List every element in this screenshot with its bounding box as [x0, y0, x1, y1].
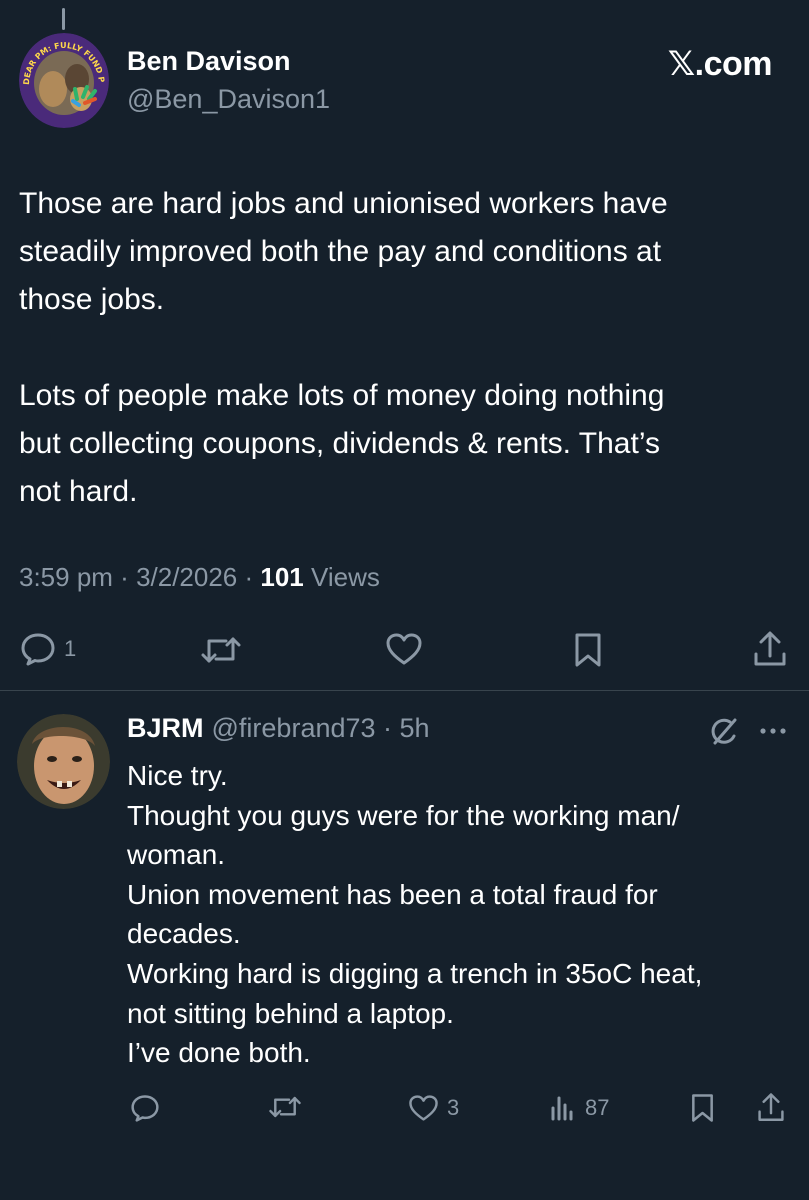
reply-retweet-button[interactable] — [268, 1094, 302, 1120]
meta-separator: · — [237, 562, 261, 592]
reply-button[interactable]: 1 — [20, 632, 76, 666]
bookmark-icon — [690, 1093, 715, 1123]
views-label: Views — [303, 562, 380, 592]
author-name[interactable]: Ben Davison — [127, 46, 291, 77]
tweet-time[interactable]: 3:59 pm — [19, 562, 113, 592]
reply-share-button[interactable] — [757, 1092, 785, 1123]
author-handle[interactable]: @Ben_Davison1 — [127, 84, 330, 115]
reply-text: Nice try. Thought you guys were for the … — [127, 756, 797, 1073]
site-badge: 𝕏.com — [667, 45, 773, 83]
share-button[interactable] — [753, 630, 787, 668]
views-icon — [549, 1094, 577, 1122]
reply-icon — [130, 1094, 160, 1122]
reply-author-name[interactable]: BJRM — [127, 713, 204, 743]
reply-line: Nice try. — [127, 760, 228, 791]
reply-like-count: 3 — [447, 1095, 460, 1120]
reply-time[interactable]: · 5h — [376, 713, 430, 743]
tweet-text: Those are hard jobs and unionised worker… — [19, 180, 794, 516]
bookmark-icon — [573, 632, 603, 668]
tweet-paragraph: Lots of people make lots of money doing … — [19, 379, 665, 508]
reply-count: 1 — [64, 636, 77, 661]
bookmark-button[interactable] — [573, 632, 603, 668]
reply-icon — [20, 632, 56, 666]
like-icon — [385, 632, 423, 666]
reply-bookmark-button[interactable] — [690, 1093, 715, 1123]
share-icon — [753, 630, 787, 668]
reply-like-button[interactable]: 3 — [408, 1094, 459, 1122]
author-avatar[interactable]: DEAR PM: FULLY FUND PUBLIC SCHOOLS! — [19, 33, 109, 128]
retweet-button[interactable] — [200, 634, 242, 666]
reply-line: not sitting behind a laptop. — [127, 997, 454, 1029]
meta-separator: · — [112, 562, 137, 592]
reply-line: Union movement has been a total fraud fo… — [127, 878, 658, 910]
reply-line: Working hard is digging a trench in 35oC… — [127, 957, 703, 989]
reply-line: I’ve done both. — [127, 1037, 311, 1069]
retweet-icon — [268, 1094, 302, 1120]
reply-views-button[interactable]: 87 — [549, 1094, 609, 1122]
reply-views-count: 87 — [585, 1095, 610, 1120]
tweet-date[interactable]: 3/2/2026 — [136, 562, 237, 592]
tweet-screenshot: DEAR PM: FULLY FUND PUBLIC SCHOOLS! Ben … — [0, 0, 809, 1200]
divider — [0, 690, 809, 691]
like-button[interactable] — [385, 632, 423, 666]
thread-line — [62, 8, 65, 30]
views-count: 101 — [260, 562, 304, 592]
retweet-icon — [200, 634, 242, 666]
tweet-paragraph: Those are hard jobs and unionised worker… — [19, 187, 668, 316]
tweet-actions: 1 — [0, 628, 809, 672]
tweet-meta: 3:59 pm · 3/2/2026 · 101 Views — [19, 562, 380, 593]
like-icon — [408, 1094, 439, 1122]
reply-author-avatar[interactable] — [17, 714, 110, 809]
reply-header: BJRM @firebrand73 · 5h — [127, 713, 430, 744]
reply-line: Thought you guys were for the working ma… — [127, 799, 680, 831]
reply-line: woman. — [127, 839, 226, 871]
grok-icon[interactable] — [708, 716, 740, 753]
more-options-icon[interactable] — [758, 716, 788, 751]
share-icon — [757, 1092, 785, 1123]
reply-author-handle[interactable]: @firebrand73 — [212, 713, 376, 743]
reply-line: decades. — [127, 918, 241, 950]
reply-actions: 3 87 — [0, 1086, 809, 1130]
reply-reply-button[interactable] — [130, 1094, 160, 1122]
